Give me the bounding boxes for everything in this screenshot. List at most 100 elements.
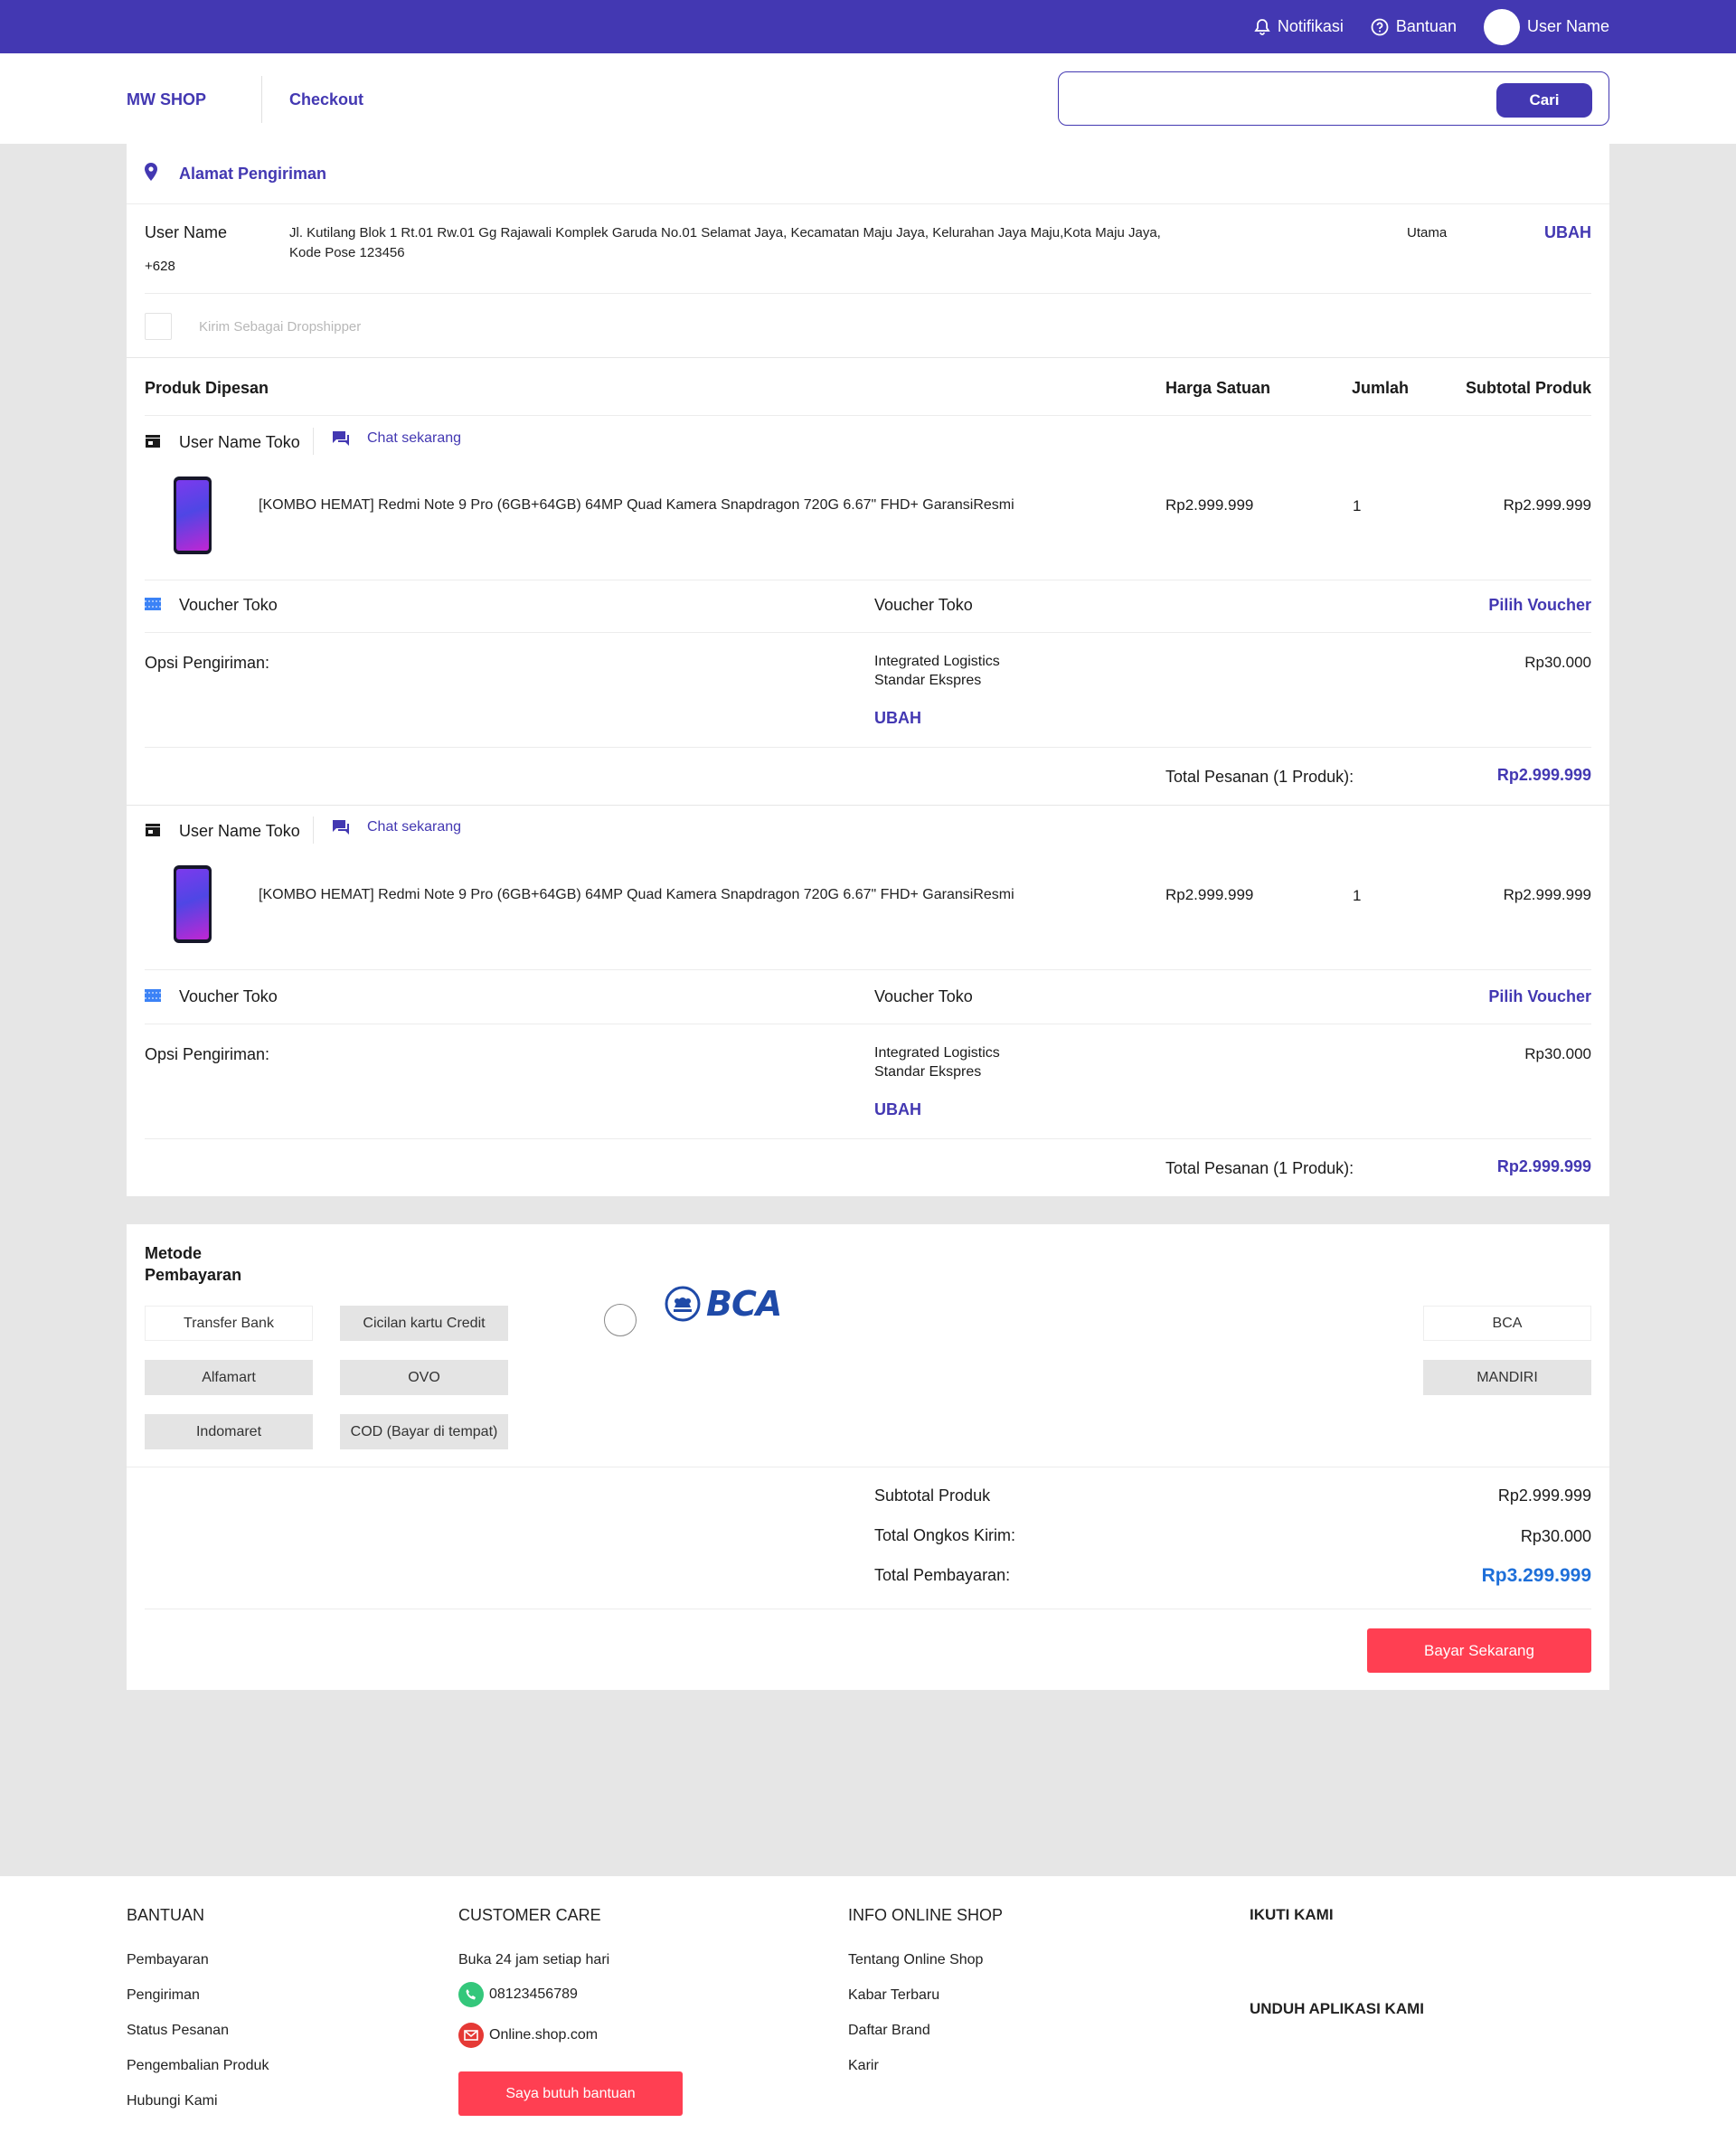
product-subtotal: Rp2.999.999 — [1503, 496, 1591, 514]
chat-now-button[interactable]: Chat sekarang — [331, 429, 461, 448]
bank-option-bca[interactable]: BCA — [1423, 1306, 1591, 1341]
bca-emblem-icon — [665, 1286, 701, 1322]
recipient-name: User Name — [145, 223, 228, 241]
notifications-label: Notifikasi — [1277, 17, 1344, 35]
notifications-link[interactable]: Notifikasi — [1254, 17, 1344, 36]
chat-now-label: Chat sekarang — [367, 430, 462, 446]
divider — [145, 1138, 1591, 1139]
shipping-option-label: Opsi Pengiriman: — [145, 654, 270, 672]
voucher-label: Voucher Toko — [179, 987, 278, 1005]
top-bar: Notifikasi Bantuan User Name — [0, 0, 1736, 53]
divider — [145, 747, 1591, 748]
product-title[interactable]: [KOMBO HEMAT] Redmi Note 9 Pro (6GB+64GB… — [259, 497, 1014, 514]
voucher-icon — [145, 598, 161, 610]
quantity-header: Jumlah — [1352, 379, 1410, 397]
help-label: Bantuan — [1395, 17, 1457, 35]
section-divider — [127, 357, 1609, 358]
need-help-button[interactable]: Saya butuh bantuan — [458, 2071, 683, 2116]
footer-link-brands[interactable]: Daftar Brand — [848, 2023, 930, 2039]
footer-help-title: BANTUAN — [127, 1906, 205, 1924]
store-name: User Name Toko — [179, 433, 300, 451]
change-address-button[interactable]: UBAH — [1483, 223, 1591, 242]
divider — [145, 632, 1591, 633]
divider — [145, 415, 1591, 416]
shipping-cost: Rp30.000 — [1524, 1045, 1591, 1062]
footer: BANTUAN Pembayaran Pengiriman Status Pes… — [0, 1876, 1736, 2142]
shipping-option-label: Opsi Pengiriman: — [145, 1045, 270, 1063]
pay-now-button[interactable]: Bayar Sekarang — [1367, 1628, 1591, 1673]
location-pin-icon — [145, 163, 157, 181]
divider — [313, 816, 314, 844]
recipient-phone: +628 — [145, 259, 175, 274]
header-divider — [261, 76, 262, 123]
search-input[interactable] — [1071, 81, 1478, 116]
payment-method-cod[interactable]: COD (Bayar di tempat) — [340, 1414, 508, 1449]
courier-name: Integrated Logistics — [874, 654, 1000, 669]
payment-method-ovo[interactable]: OVO — [340, 1360, 508, 1395]
footer-app-title: UNDUH APLIKASI KAMI — [1250, 2000, 1424, 2017]
footer-link-news[interactable]: Kabar Terbaru — [848, 1987, 939, 2004]
change-shipping-button[interactable]: UBAH — [874, 1100, 921, 1119]
footer-care-phone[interactable]: 08123456789 — [458, 1982, 578, 2007]
user-name-label: User Name — [1526, 17, 1609, 35]
chat-now-button[interactable]: Chat sekarang — [331, 818, 461, 836]
choose-voucher-button[interactable]: Pilih Voucher — [1410, 987, 1591, 1006]
courier-service: Standar Ekspres — [874, 1064, 982, 1080]
question-circle-icon — [1371, 18, 1389, 35]
address-line-1: Jl. Kutilang Blok 1 Rt.01 Rw.01 Gg Rajaw… — [289, 225, 1161, 241]
product-image — [174, 477, 212, 554]
chat-icon — [333, 820, 349, 835]
change-shipping-button[interactable]: UBAH — [874, 709, 921, 728]
primary-address-badge: Utama — [1407, 225, 1448, 241]
product-subtotal: Rp2.999.999 — [1503, 886, 1591, 903]
summary-shipping-label: Total Ongkos Kirim: — [874, 1526, 1016, 1544]
address-line-2: Kode Pose 123456 — [289, 245, 405, 260]
footer-follow-title: IKUTI KAMI — [1250, 1906, 1334, 1923]
bca-logo-text: BCA — [706, 1284, 782, 1324]
divider — [145, 969, 1591, 970]
brand-logo[interactable]: MW SHOP — [127, 90, 206, 109]
payment-method-indomaret[interactable]: Indomaret — [145, 1414, 313, 1449]
avatar — [1483, 8, 1520, 45]
payment-method-alfamart[interactable]: Alfamart — [145, 1360, 313, 1395]
order-total-label: Total Pesanan (1 Produk): — [1165, 768, 1354, 786]
footer-link-careers[interactable]: Karir — [848, 2058, 879, 2074]
footer-link-about[interactable]: Tentang Online Shop — [848, 1952, 983, 1968]
product-unit-price: Rp2.999.999 — [1165, 886, 1254, 903]
payment-title-line-1: Metode — [145, 1244, 202, 1262]
subtotal-header: Subtotal Produk — [1466, 379, 1591, 397]
bank-radio[interactable] — [604, 1304, 637, 1336]
phone-icon — [458, 1982, 484, 2007]
footer-link-contact[interactable]: Hubungi Kami — [127, 2093, 218, 2109]
summary-total-label: Total Pembayaran: — [874, 1566, 1011, 1584]
footer-link-payment[interactable]: Pembayaran — [127, 1952, 209, 1968]
footer-info-title: INFO ONLINE SHOP — [848, 1906, 1004, 1924]
footer-care-hours: Buka 24 jam setiap hari — [458, 1952, 610, 1967]
search-button[interactable]: Cari — [1496, 83, 1592, 118]
user-menu[interactable]: User Name — [1483, 8, 1609, 45]
payment-card: Metode Pembayaran Transfer Bank Cicilan … — [127, 1224, 1609, 1690]
dropshipper-checkbox[interactable] — [145, 313, 172, 340]
summary-total: Rp3.299.999 — [1481, 1565, 1591, 1586]
bank-option-mandiri[interactable]: MANDIRI — [1423, 1360, 1591, 1395]
payment-method-transfer-bank[interactable]: Transfer Bank — [145, 1306, 313, 1341]
help-link[interactable]: Bantuan — [1371, 17, 1457, 36]
courier-name: Integrated Logistics — [874, 1045, 1000, 1061]
footer-care-email[interactable]: Online.shop.com — [458, 2023, 598, 2048]
chat-now-label: Chat sekarang — [367, 819, 462, 835]
choose-voucher-button[interactable]: Pilih Voucher — [1410, 596, 1591, 615]
footer-link-order-status[interactable]: Status Pesanan — [127, 2023, 229, 2039]
store-icon — [146, 824, 160, 836]
footer-link-shipping[interactable]: Pengiriman — [127, 1987, 200, 2004]
page-title: Checkout — [289, 90, 364, 109]
section-divider — [127, 805, 1609, 806]
payment-title-line-2: Pembayaran — [145, 1266, 242, 1284]
voucher-info: Voucher Toko — [874, 596, 973, 614]
store-icon — [146, 435, 160, 448]
payment-method-credit-installment[interactable]: Cicilan kartu Credit — [340, 1306, 508, 1341]
footer-link-returns[interactable]: Pengembalian Produk — [127, 2058, 269, 2074]
product-title[interactable]: [KOMBO HEMAT] Redmi Note 9 Pro (6GB+64GB… — [259, 887, 1014, 903]
unit-price-header: Harga Satuan — [1165, 379, 1271, 397]
order-total: Rp2.999.999 — [1496, 766, 1591, 784]
voucher-info: Voucher Toko — [874, 987, 973, 1005]
